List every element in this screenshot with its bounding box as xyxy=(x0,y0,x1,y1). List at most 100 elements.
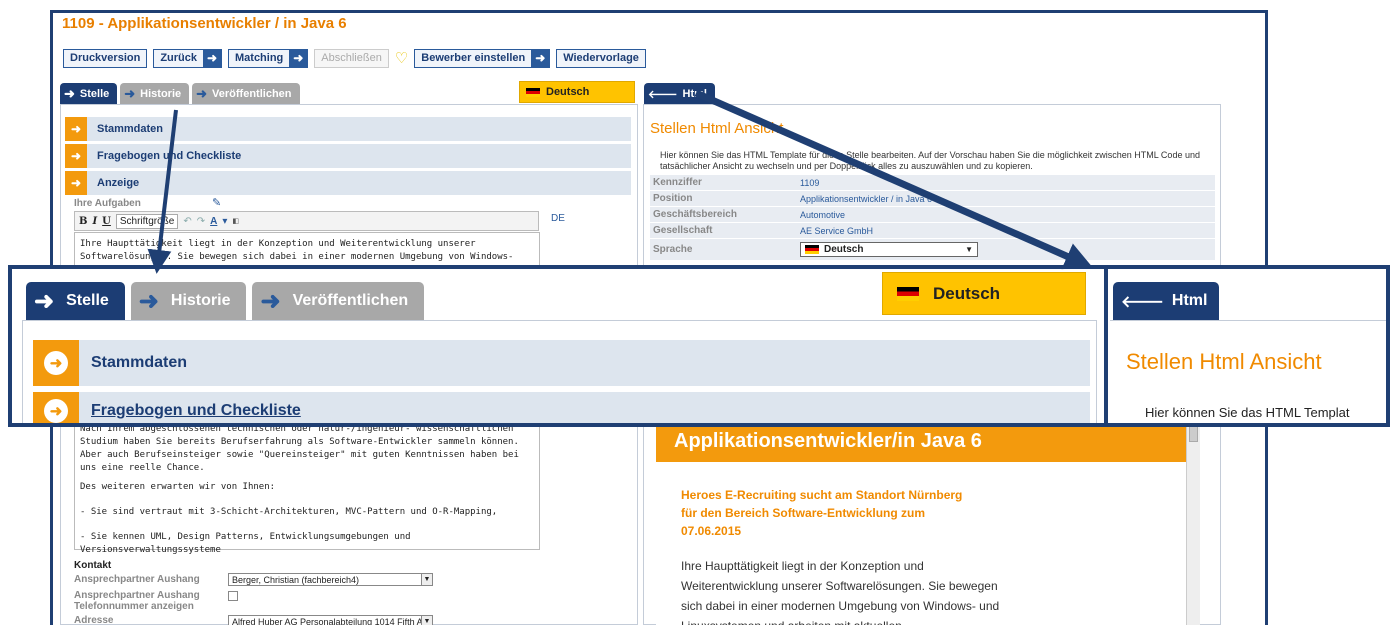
font-size-select[interactable]: Schriftgröße xyxy=(115,213,179,229)
zoom-html-description: Hier können Sie das HTML Templat xyxy=(1145,405,1350,420)
edit-icon[interactable]: ✎ xyxy=(212,196,221,209)
zoom-language-selector[interactable]: Deutsch xyxy=(882,272,1086,315)
html-panel-title: Stellen Html Ansicht xyxy=(650,120,784,137)
matching-button[interactable]: Matching ➜ xyxy=(228,48,309,68)
tab-historie-label: Historie xyxy=(140,87,182,100)
info-value: Applikationsentwickler / in Java 6 xyxy=(800,193,933,204)
bewerber-einstellen-button[interactable]: Bewerber einstellen ➜ xyxy=(414,48,551,68)
text-paragraph: Nach Ihrem abgeschlossenen technischen o… xyxy=(80,424,519,473)
editor-toolbar: B I U Schriftgröße ↶ ↷ A ▾ ◧ xyxy=(74,211,539,231)
toolbar: Druckversion Zurück ➜ Matching ➜ Abschließ… xyxy=(63,48,646,68)
chevron-down-icon: ▼ xyxy=(421,574,432,585)
ansprechpartner-value: Berger, Christian (fachbereich4) xyxy=(232,574,360,585)
arrow-circle-icon: ➜ xyxy=(33,392,79,423)
zoom-accordion-stammdaten[interactable]: ➜ Stammdaten xyxy=(33,340,1090,386)
accordion-stammdaten-label: Stammdaten xyxy=(97,123,164,135)
italic-button[interactable]: I xyxy=(92,216,97,227)
arrow-circle-icon: ➜ xyxy=(33,340,79,386)
wiedervorlage-label: Wiedervorlage xyxy=(563,52,639,64)
sprache-value: Deutsch xyxy=(824,244,864,255)
zoom-html-body: Stellen Html Ansicht Hier können Sie das… xyxy=(1110,320,1386,423)
stellen-info-table: Kennziffer 1109 Position Applikationsentwi… xyxy=(650,175,1215,261)
accordion-stammdaten[interactable]: ➜ Stammdaten xyxy=(65,117,631,141)
accordion-anzeige-label: Anzeige xyxy=(97,177,140,189)
chevron-down-icon: ▼ xyxy=(421,616,432,625)
zoom-tab-historie-label: Historie xyxy=(170,292,231,309)
info-key: Position xyxy=(653,193,693,204)
arrow-right-icon: ➜ xyxy=(289,48,308,68)
zoom-divider xyxy=(1104,269,1108,425)
zoom-html-title: Stellen Html Ansicht xyxy=(1126,349,1322,374)
telefon-label: Ansprechpartner Aushang Telefonnummer an… xyxy=(74,590,200,612)
arrow-right-icon: ➜ xyxy=(64,85,75,101)
zoom-fragebogen-label: Fragebogen und Checkliste xyxy=(91,402,301,419)
info-row: Position Applikationsentwickler / in Java… xyxy=(650,191,1215,207)
accordion-fragebogen-label: Fragebogen und Checkliste xyxy=(97,150,242,162)
preview-body: Ihre Haupttätigkeit liegt in der Konzept… xyxy=(681,559,1000,625)
zoom-language-label: Deutsch xyxy=(933,283,1001,303)
info-row: Sprache Deutsch ▼ xyxy=(650,239,1215,261)
text-paragraph: Des weiteren erwarten wir von Ihnen: xyxy=(80,482,276,492)
undo-icon[interactable]: ↶ xyxy=(183,216,191,227)
ansprechpartner-select[interactable]: Berger, Christian (fachbereich4) ▼ xyxy=(228,573,433,586)
druckversion-button[interactable]: Druckversion xyxy=(63,48,148,68)
adresse-label: Adresse xyxy=(74,615,114,625)
bewerber-label: Bewerber einstellen xyxy=(421,52,526,64)
wiedervorlage-button[interactable]: Wiedervorlage xyxy=(556,48,646,68)
accordion-fragebogen[interactable]: ➜ Fragebogen und Checkliste xyxy=(65,144,631,168)
telefon-checkbox[interactable] xyxy=(228,591,238,601)
sprache-select[interactable]: Deutsch ▼ xyxy=(800,242,978,257)
abschliessen-label: Abschließen xyxy=(321,52,382,64)
zoom-tab-veroeffentlichen[interactable]: ➜ Veröffentlichen xyxy=(252,282,425,320)
ihre-aufgaben-label: Ihre Aufgaben xyxy=(74,198,141,209)
info-row: Geschäftsbereich Automotive xyxy=(650,207,1215,223)
zurueck-button[interactable]: Zurück ➜ xyxy=(153,48,222,68)
language-selector[interactable]: Deutsch xyxy=(519,81,635,103)
zoom-tab-html[interactable]: 🡐 Html xyxy=(1113,282,1220,320)
druckversion-label: Druckversion xyxy=(70,52,141,64)
tab-bar: ➜ Stelle ➜ Historie ➜ Veröffentlichen xyxy=(60,83,300,104)
zurueck-label: Zurück xyxy=(160,52,197,64)
bold-button[interactable]: B xyxy=(79,216,87,227)
zoom-accordion-fragebogen[interactable]: ➜ Fragebogen und Checkliste xyxy=(33,392,1090,423)
zoom-tab-stelle[interactable]: ➜ Stelle xyxy=(26,282,125,320)
highlight-icon[interactable]: ▾ xyxy=(222,216,227,227)
tab-html[interactable]: 🡐 Html xyxy=(644,83,715,104)
language-code-link[interactable]: DE xyxy=(551,213,565,224)
adresse-value: Alfred Huber AG Personalabteilung 1014 F… xyxy=(232,616,432,625)
text-paragraph: - Sie kennen UML, Design Patterns, Entwi… xyxy=(80,532,411,555)
accordion-anzeige[interactable]: ➜ Anzeige xyxy=(65,171,631,195)
html-preview[interactable]: Applikationsentwickler/in Java 6 Heroes … xyxy=(656,420,1186,625)
abschliessen-button[interactable]: Abschließen xyxy=(314,48,389,68)
info-value: Automotive xyxy=(800,209,846,220)
underline-button[interactable]: U xyxy=(102,216,111,227)
preview-scrollbar[interactable] xyxy=(1186,420,1200,625)
adresse-select[interactable]: Alfred Huber AG Personalabteilung 1014 F… xyxy=(228,615,433,625)
chevron-down-icon: ▼ xyxy=(965,245,973,254)
ansprechpartner-label: Ansprechpartner Aushang xyxy=(74,574,200,585)
tab-stelle-label: Stelle xyxy=(79,87,110,100)
tab-historie[interactable]: ➜ Historie xyxy=(120,83,190,104)
arrow-right-icon: ➜ xyxy=(65,144,87,168)
kontakt-heading: Kontakt xyxy=(74,560,112,571)
arrow-right-icon: ➜ xyxy=(138,287,159,315)
info-key: Gesellschaft xyxy=(653,225,713,236)
zoom-tab-historie[interactable]: ➜ Historie xyxy=(130,282,247,320)
text-paragraph: - Sie sind vertraut mit 3-Schicht-Archit… xyxy=(80,507,498,517)
matching-label: Matching xyxy=(235,52,284,64)
info-value: 1109 xyxy=(800,177,820,188)
tab-stelle[interactable]: ➜ Stelle xyxy=(60,83,118,104)
font-color-icon[interactable]: A xyxy=(210,216,217,227)
info-key: Kennziffer xyxy=(653,177,702,188)
textarea-lower-content: Nach Ihrem abgeschlossenen technischen o… xyxy=(80,423,535,557)
arrow-left-icon: 🡐 xyxy=(648,88,678,101)
html-source-icon[interactable]: ◧ xyxy=(232,217,239,225)
arrow-right-icon: ➜ xyxy=(203,48,221,68)
lightbulb-icon: ♡ xyxy=(394,50,409,67)
tab-veroeffentlichen[interactable]: ➜ Veröffentlichen xyxy=(192,83,300,104)
arrow-right-icon: ➜ xyxy=(124,85,136,101)
zoom-stammdaten-label: Stammdaten xyxy=(91,354,188,371)
language-label: Deutsch xyxy=(546,86,590,98)
arrow-right-icon: ➜ xyxy=(65,117,87,141)
redo-icon[interactable]: ↷ xyxy=(197,216,205,227)
